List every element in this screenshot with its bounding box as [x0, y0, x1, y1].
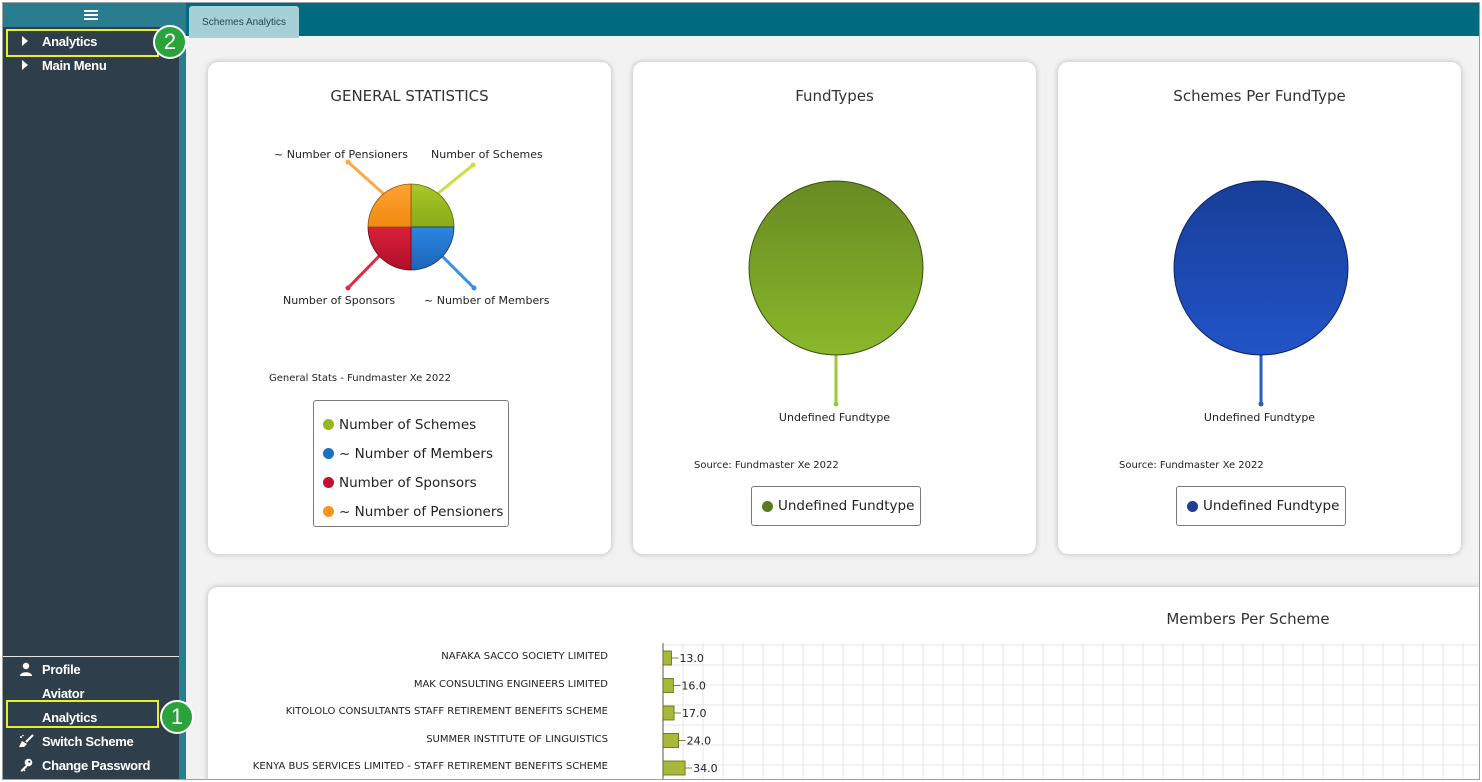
pie-label-pensioners: ~ Number of Pensioners	[274, 148, 408, 161]
general-statistics-card: GENERAL STATISTICS ~ Number of Pensioner…	[208, 62, 611, 554]
legend-dot	[1187, 500, 1198, 512]
pie-label-members: ~ Number of Members	[424, 294, 550, 307]
bar	[662, 650, 672, 666]
legend-dot	[323, 506, 334, 517]
general-stats-pie	[345, 159, 477, 291]
bar	[662, 733, 680, 748]
tab-schemes-analytics[interactable]: Schemes Analytics	[189, 6, 299, 38]
sidebar: Analytics Main Menu Profile Aviator Anal…	[3, 3, 179, 779]
slice-schemes	[410, 183, 455, 228]
legend-item-members[interactable]: ~ Number of Members	[323, 439, 508, 468]
category-label: MAK CONSULTING ENGINEERS LIMITED	[413, 678, 608, 690]
sidebar-item-switch-scheme[interactable]: Switch Scheme	[3, 729, 179, 753]
data-label: 24.0	[687, 735, 712, 748]
data-label: 16.0	[681, 680, 706, 693]
bar	[662, 678, 674, 693]
legend-dot	[323, 477, 334, 488]
chart-caption: Source: Fundmaster Xe 2022	[1119, 460, 1264, 471]
sidebar-item-aviator[interactable]: Aviator	[3, 681, 179, 705]
legend-item-undefined-fundtype[interactable]: Undefined Fundtype	[762, 498, 914, 514]
tab-bar: Schemes Analytics	[186, 3, 1479, 38]
category-label: KENYA BUS SERVICES LIMITED - STAFF RETIR…	[252, 761, 608, 772]
user-icon	[18, 661, 34, 677]
legend-dot	[323, 448, 334, 459]
chart-caption: Source: Fundmaster Xe 2022	[694, 460, 839, 471]
sidebar-item-analytics-bottom[interactable]: Analytics	[3, 705, 179, 729]
sidebar-item-main-menu[interactable]: Main Menu	[3, 53, 179, 77]
key-icon	[18, 757, 34, 773]
schemes-per-fundtype-pie	[1173, 180, 1349, 407]
schemes-per-fundtype-legend: Undefined Fundtype	[1176, 486, 1346, 526]
category-label: KITOLOLO CONSULTANTS STAFF RETIREMENT BE…	[285, 706, 608, 717]
bar	[662, 705, 675, 721]
bar	[662, 760, 686, 776]
sidebar-item-change-password[interactable]: Change Password	[3, 753, 179, 777]
legend-item-undefined-fundtype[interactable]: Undefined Fundtype	[1187, 498, 1339, 514]
caret-right-icon	[22, 60, 28, 70]
pie-label-schemes: Number of Schemes	[431, 148, 543, 161]
legend-item-pensioners[interactable]: ~ Number of Pensioners	[323, 497, 508, 526]
caret-right-icon	[22, 36, 28, 46]
legend-item-schemes[interactable]: Number of Schemes	[323, 410, 508, 439]
app-window: Analytics Main Menu Profile Aviator Anal…	[2, 2, 1480, 780]
fundtypes-card: FundTypes Undefined Fundtype Source: Fun…	[633, 62, 1036, 554]
members-per-scheme-card: Members Per Scheme 13.0 16.0 17.0 24.0 34.0 …	[208, 587, 1479, 779]
callout-2: 2	[153, 25, 187, 59]
menu-toggle-button[interactable]	[3, 3, 179, 27]
pie-label-sponsors: Number of Sponsors	[283, 294, 396, 307]
slice-undefined-fundtype	[748, 180, 924, 356]
fundtypes-legend: Undefined Fundtype	[751, 486, 921, 526]
slice-sponsors	[367, 226, 412, 271]
data-label: 17.0	[682, 707, 707, 720]
schemes-per-fundtype-card: Schemes Per FundType Undefined Fundtype …	[1058, 62, 1461, 554]
general-stats-legend: Number of Schemes ~ Number of Members Nu…	[313, 400, 509, 527]
broom-icon	[18, 733, 34, 749]
pie-label-undefined: Undefined Fundtype	[778, 411, 891, 424]
slice-pensioners	[367, 183, 412, 228]
fundtypes-pie	[748, 180, 924, 407]
sidebar-edge	[179, 3, 186, 779]
slice-undefined-fundtype	[1173, 180, 1349, 356]
callout-1: 1	[160, 700, 194, 734]
legend-item-sponsors[interactable]: Number of Sponsors	[323, 468, 508, 497]
pie-label-undefined: Undefined Fundtype	[1203, 411, 1316, 424]
data-label: 34.0	[693, 762, 718, 775]
category-label: SUMMER INSTITUTE OF LINGUISTICS	[426, 733, 608, 745]
legend-dot	[323, 419, 334, 430]
chart-caption: General Stats - Fundmaster Xe 2022	[269, 373, 451, 384]
sidebar-item-profile[interactable]: Profile	[3, 657, 179, 681]
category-label: NAFAKA SACCO SOCIETY LIMITED	[441, 651, 608, 662]
hamburger-icon	[84, 9, 98, 21]
data-label: 13.0	[679, 652, 704, 665]
legend-dot	[762, 500, 773, 512]
